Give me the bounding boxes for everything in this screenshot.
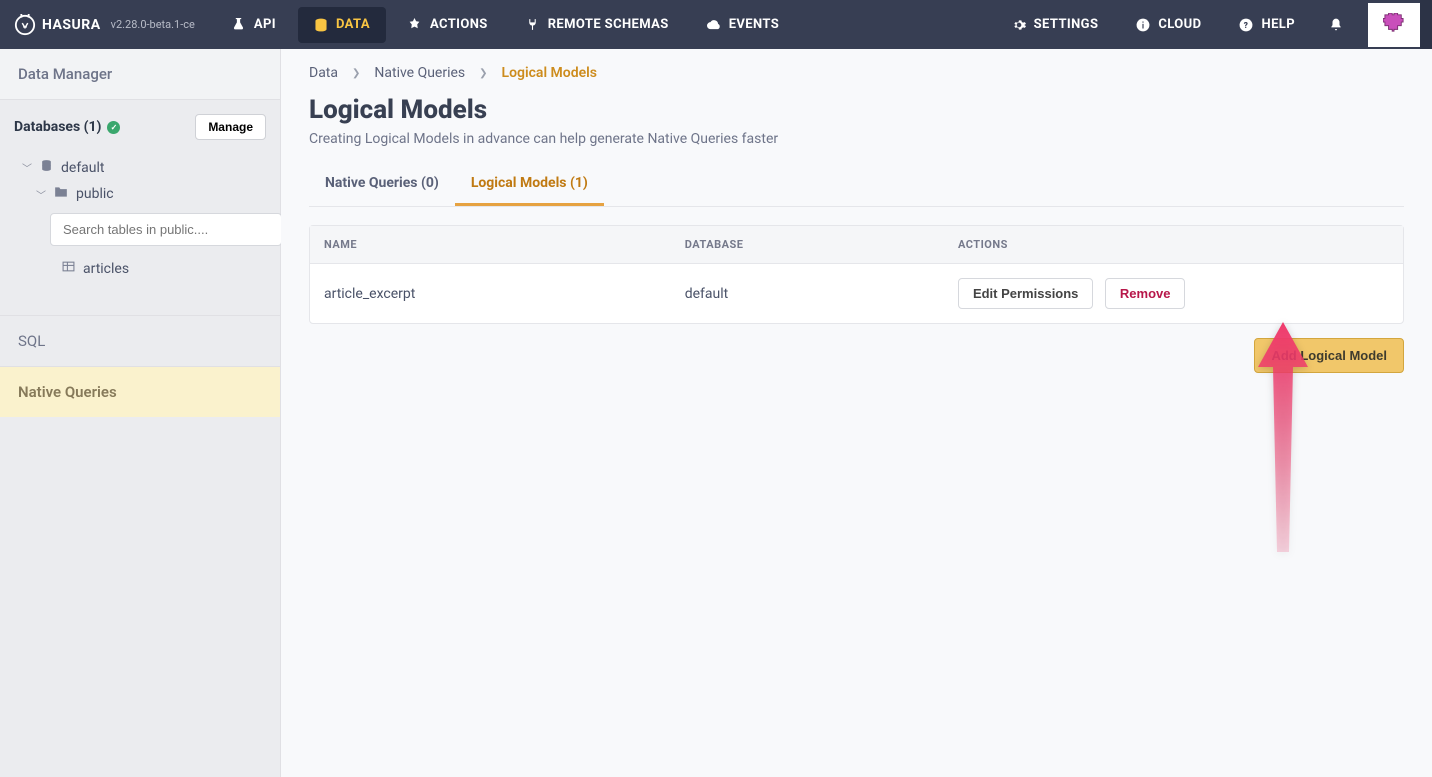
notifications-button[interactable] bbox=[1317, 7, 1355, 43]
main-content: Data ❯ Native Queries ❯ Logical Models L… bbox=[281, 49, 1432, 777]
databases-label: Databases (1) bbox=[14, 119, 101, 135]
flask-icon bbox=[232, 18, 246, 32]
svg-text:?: ? bbox=[1244, 19, 1248, 29]
nav-events[interactable]: EVENTS bbox=[691, 7, 795, 43]
chevron-right-icon: ❯ bbox=[352, 68, 360, 79]
col-database: DATABASE bbox=[671, 226, 944, 264]
help-icon: ? bbox=[1239, 18, 1253, 32]
databases-header: Databases (1) ✓ Manage bbox=[0, 100, 280, 154]
col-name: NAME bbox=[310, 226, 671, 264]
actions-icon bbox=[408, 18, 422, 32]
chevron-right-icon: ❯ bbox=[479, 68, 487, 79]
chevron-down-icon: ﹀ bbox=[22, 160, 32, 175]
heart-icon bbox=[1383, 13, 1405, 37]
table-icon bbox=[62, 260, 75, 277]
nav-events-label: EVENTS bbox=[729, 17, 779, 32]
nav-api[interactable]: API bbox=[216, 7, 292, 43]
nav-settings[interactable]: SETTINGS bbox=[996, 7, 1115, 43]
database-icon bbox=[314, 18, 328, 32]
nav-help-label: HELP bbox=[1261, 17, 1295, 32]
nav-cloud[interactable]: CLOUD bbox=[1120, 7, 1217, 43]
nav-settings-label: SETTINGS bbox=[1034, 17, 1099, 32]
search-input[interactable] bbox=[50, 213, 282, 246]
nav-help[interactable]: ? HELP bbox=[1223, 7, 1311, 43]
table-row: article_excerpt default Edit Permissions… bbox=[310, 264, 1403, 324]
breadcrumb: Data ❯ Native Queries ❯ Logical Models bbox=[281, 49, 1432, 91]
version-label: v2.28.0-beta.1-ce bbox=[111, 18, 195, 31]
sidebar: Data Manager Databases (1) ✓ Manage ﹀ de… bbox=[0, 49, 281, 777]
edit-permissions-button[interactable]: Edit Permissions bbox=[958, 278, 1093, 309]
layout: Data Manager Databases (1) ✓ Manage ﹀ de… bbox=[0, 49, 1432, 777]
add-button-row: Add Logical Model bbox=[281, 338, 1432, 373]
chevron-down-icon: ﹀ bbox=[36, 187, 46, 202]
sidebar-header: Data Manager bbox=[0, 49, 280, 100]
cell-database: default bbox=[671, 264, 944, 324]
gear-icon bbox=[1012, 18, 1026, 32]
info-icon bbox=[1136, 18, 1150, 32]
tabs: Native Queries (0) Logical Models (1) bbox=[309, 165, 1404, 207]
check-icon: ✓ bbox=[107, 121, 120, 134]
scrollbar-track bbox=[1420, 0, 1432, 49]
schema-name: public bbox=[76, 186, 114, 202]
nav-remote-schemas-label: REMOTE SCHEMAS bbox=[548, 17, 669, 32]
brand-name: HASURA bbox=[42, 17, 101, 33]
tab-logical-models[interactable]: Logical Models (1) bbox=[455, 165, 604, 206]
topbar-right: SETTINGS CLOUD ? HELP bbox=[993, 0, 1432, 49]
brand[interactable]: HASURA bbox=[0, 14, 111, 36]
database-icon bbox=[40, 159, 53, 176]
folder-icon bbox=[54, 186, 68, 202]
remove-button[interactable]: Remove bbox=[1105, 278, 1186, 309]
db-node-default[interactable]: ﹀ default bbox=[14, 154, 266, 181]
table-name: articles bbox=[83, 261, 129, 277]
page-subtitle: Creating Logical Models in advance can h… bbox=[281, 131, 1432, 165]
nav-data[interactable]: DATA bbox=[298, 7, 386, 43]
bell-icon bbox=[1329, 18, 1343, 32]
nav-actions[interactable]: ACTIONS bbox=[392, 7, 504, 43]
cloud-icon bbox=[707, 18, 721, 32]
plug-icon bbox=[526, 18, 540, 32]
nav-actions-label: ACTIONS bbox=[430, 17, 488, 32]
hasura-logo-icon bbox=[14, 14, 36, 36]
db-tree: ﹀ default ﹀ public articles bbox=[0, 154, 280, 283]
manage-button[interactable]: Manage bbox=[195, 114, 266, 140]
col-actions: ACTIONS bbox=[944, 226, 1403, 264]
sidebar-link-native-queries[interactable]: Native Queries bbox=[0, 366, 280, 417]
table-search bbox=[50, 213, 282, 246]
spacer bbox=[0, 283, 280, 315]
crumb-logical-models: Logical Models bbox=[502, 65, 597, 81]
logical-models-table: NAME DATABASE ACTIONS article_excerpt de… bbox=[309, 225, 1404, 324]
db-name: default bbox=[61, 160, 105, 176]
topbar-left: HASURA v2.28.0-beta.1-ce API DATA ACTION… bbox=[0, 0, 798, 49]
crumb-native-queries[interactable]: Native Queries bbox=[374, 65, 465, 81]
topbar: HASURA v2.28.0-beta.1-ce API DATA ACTION… bbox=[0, 0, 1432, 49]
cell-actions: Edit Permissions Remove bbox=[944, 264, 1403, 324]
add-logical-model-button[interactable]: Add Logical Model bbox=[1254, 338, 1404, 373]
love-button[interactable] bbox=[1368, 3, 1420, 47]
page-title: Logical Models bbox=[281, 91, 1432, 131]
table-item-articles[interactable]: articles bbox=[14, 254, 266, 283]
sidebar-link-sql[interactable]: SQL bbox=[0, 315, 280, 366]
nav-cloud-label: CLOUD bbox=[1158, 17, 1201, 32]
nav-api-label: API bbox=[254, 17, 276, 32]
nav-data-label: DATA bbox=[336, 17, 370, 32]
tab-native-queries[interactable]: Native Queries (0) bbox=[309, 165, 455, 206]
schema-node-public[interactable]: ﹀ public bbox=[14, 181, 266, 207]
nav-remote-schemas[interactable]: REMOTE SCHEMAS bbox=[510, 7, 685, 43]
crumb-data[interactable]: Data bbox=[309, 65, 338, 81]
cell-name: article_excerpt bbox=[310, 264, 671, 324]
